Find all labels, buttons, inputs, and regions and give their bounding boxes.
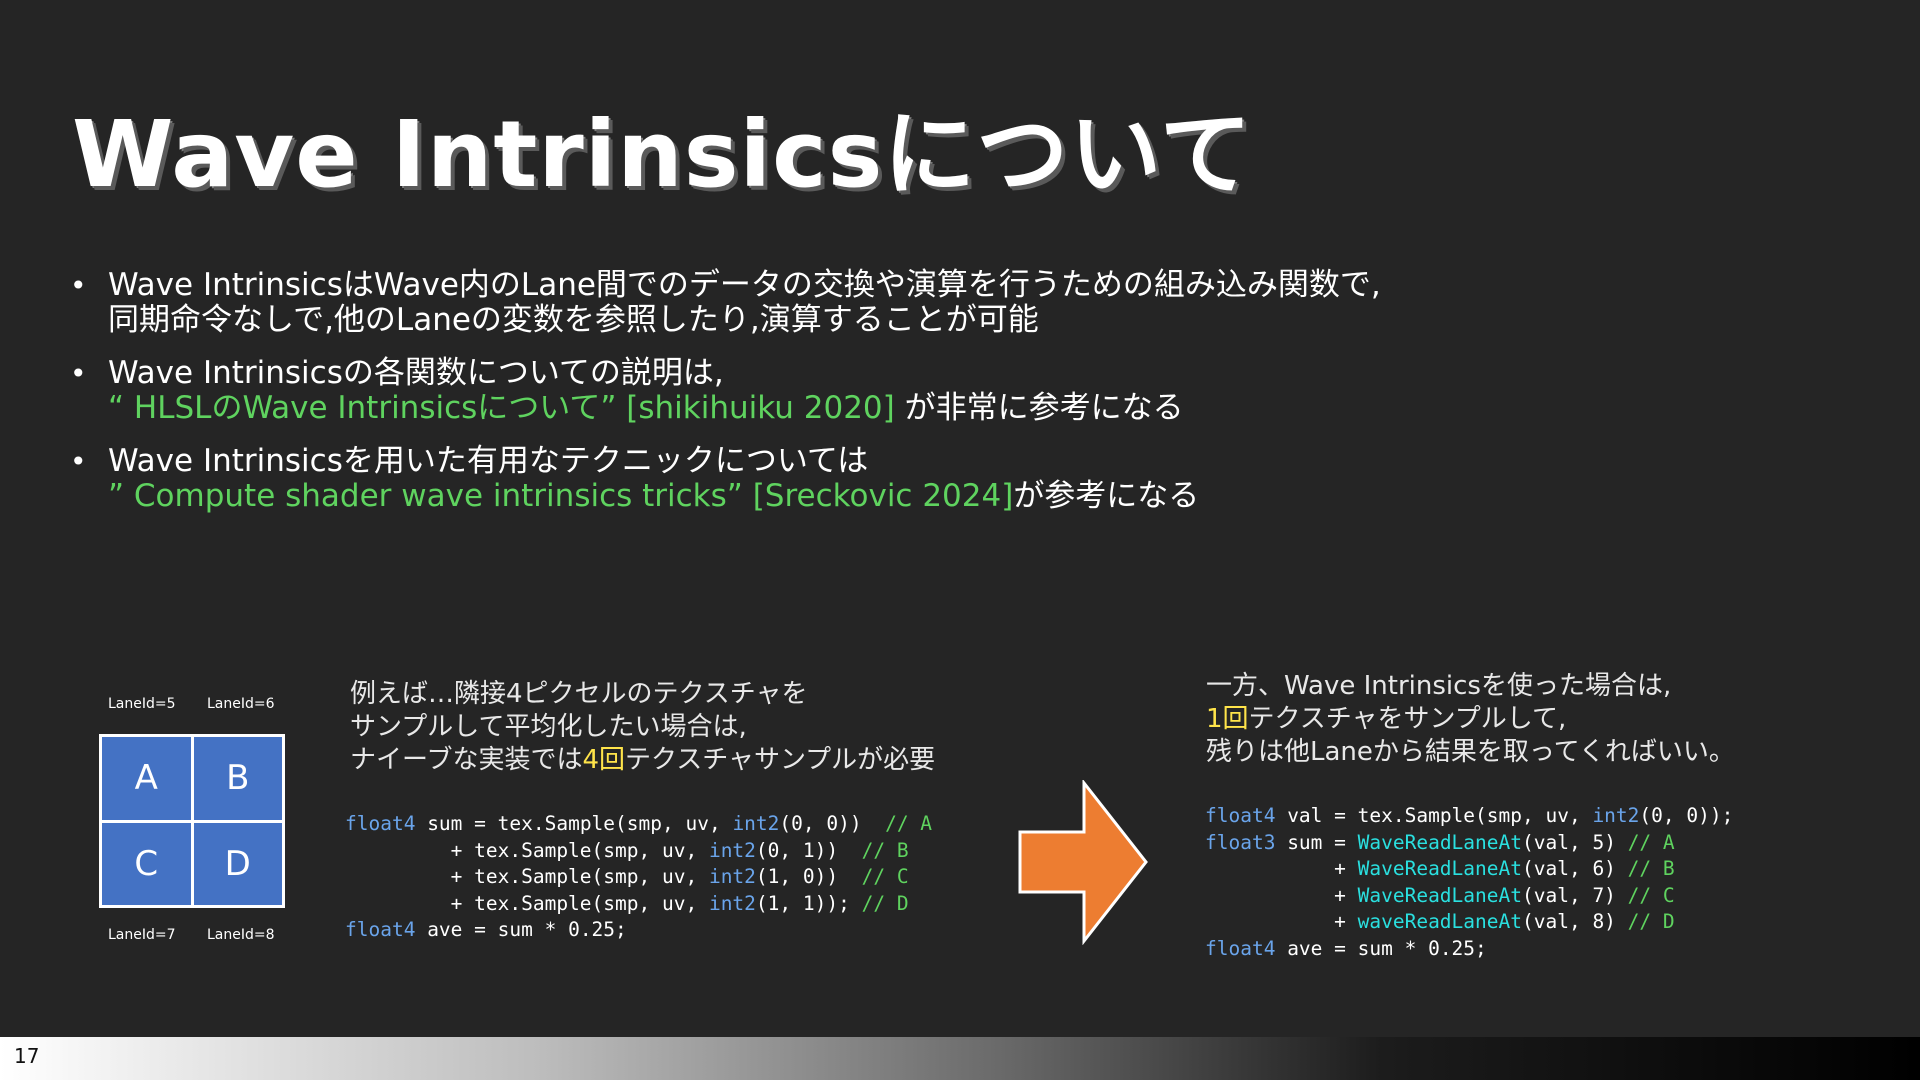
code-text: + [1205,910,1358,933]
bullet-item: • Wave IntrinsicsはWave内のLane間でのデータの交換や演算… [70,268,1770,338]
bullet-text-rest: が非常に参考になる [894,390,1184,426]
code-comment: // B [1627,857,1675,880]
footer-bar [0,1037,1920,1080]
lane-cell: C [102,822,191,905]
code-comment: // B [861,838,909,862]
code-line: + WaveReadLaneAt(val, 7) // C [1205,883,1733,910]
bullet-dot-icon: • [70,445,87,478]
code-text: sum = [1275,830,1358,854]
note-line: 1回テクスチャをサンプルして, [1206,703,1735,736]
code-text: ave = sum * 0.25; [415,918,627,941]
code-comment: // A [1627,830,1675,854]
code-comment: // C [861,865,909,888]
code-comment: // A [885,812,933,835]
code-text: + [1205,883,1358,907]
reference-link[interactable]: “ HLSLのWave Intrinsicsについて” [shikihuiku … [108,390,895,426]
code-function: WaveReadLaneAt [1357,883,1522,907]
right-arrow-icon [1018,780,1148,945]
code-keyword: float4 [1205,936,1276,960]
lane-label-bottom-left: LaneId=7 [108,927,176,943]
highlight-count: 1回 [1206,704,1249,734]
lane-label-bottom-right: LaneId=8 [207,927,275,943]
bullet-text: ” Compute shader wave intrinsics tricks”… [108,479,1770,514]
lane-cell: B [193,737,282,820]
code-keyword: int2 [732,812,780,835]
code-line: + WaveReadLaneAt(val, 6) // B [1205,856,1733,883]
code-text: + tex.Sample(smp, uv, [345,865,709,888]
note-line: 一方、Wave Intrinsicsを使った場合は, [1206,671,1672,701]
code-keyword: float4 [345,812,416,835]
code-text: (0, 0)) [779,812,886,835]
code-keyword: int2 [708,891,756,915]
code-line: + waveReadLaneAt(val, 8) // D [1205,909,1733,936]
code-text: (val, 5) [1522,830,1628,854]
code-text: (0, 1)) [755,838,862,862]
code-line: float4 ave = sum * 0.25; [1205,936,1733,963]
bullet-text: Wave IntrinsicsはWave内のLane間でのデータの交換や演算を行… [108,267,1381,303]
code-text: (1, 1)); [755,891,862,915]
bullet-text: 同期命令なしで,他のLaneの変数を参照したり,演算することが可能 [108,302,1039,338]
code-text: + [1205,857,1358,880]
note-text: テクスチャをサンプルして, [1248,704,1567,734]
code-line: + tex.Sample(smp, uv, int2(1, 0)) // C [345,864,932,891]
page-number: 17 [14,1044,40,1068]
note-line: 残りは他Laneから結果を取ってくればいい。 [1206,737,1735,767]
code-line: + tex.Sample(smp, uv, int2(0, 1)) // B [345,838,932,865]
note-line: ナイーブな実装では4回テクスチャサンプルが必要 [350,744,935,777]
code-text: (val, 6) [1522,857,1628,880]
code-keyword: int2 [1592,804,1640,827]
code-comment: // D [861,891,909,915]
code-line: float4 ave = sum * 0.25; [345,917,932,944]
code-text: (1, 0)) [755,865,862,888]
code-keyword: float3 [1205,830,1276,854]
code-text: sum = tex.Sample(smp, uv, [415,812,733,835]
code-text: (val, 7) [1522,883,1628,907]
code-text: (val, 8) [1522,910,1628,933]
highlight-count: 4回 [582,745,625,775]
code-keyword: int2 [708,838,756,862]
code-function: WaveReadLaneAt [1357,830,1523,854]
bullet-dot-icon: • [70,269,87,302]
bullet-dot-icon: • [70,357,87,390]
note-line: 例えば…隣接4ピクセルのテクスチャを [350,679,808,709]
code-comment: // C [1627,883,1675,907]
slide-title: Wave Intrinsicsについて [72,101,1253,208]
bullet-list: • Wave IntrinsicsはWave内のLane間でのデータの交換や演算… [70,268,1770,532]
code-keyword: float4 [345,918,416,941]
code-comment: // D [1627,910,1675,933]
right-note: 一方、Wave Intrinsicsを使った場合は, 1回テクスチャをサンプルし… [1206,670,1735,769]
bullet-item: • Wave Intrinsicsの各関数についての説明は, “ HLSLのWa… [70,356,1770,426]
naive-code-block: float4 sum = tex.Sample(smp, uv, int2(0,… [345,811,932,944]
code-keyword: int2 [708,865,756,888]
bullet-text: Wave Intrinsicsを用いた有用なテクニックについては [108,443,869,479]
code-keyword: float4 [1205,804,1276,827]
note-line: サンプルして平均化したい場合は, [350,712,747,742]
code-line: + tex.Sample(smp, uv, int2(1, 1)); // D [345,891,932,918]
bullet-text: “ HLSLのWave Intrinsicsについて” [shikihuiku … [108,391,1770,426]
code-text: (0, 0)); [1639,804,1734,827]
bullet-text-rest: が参考になる [1013,478,1200,514]
code-function: WaveReadLaneAt [1357,857,1522,880]
lane-cell: D [193,822,282,905]
left-note: 例えば…隣接4ピクセルのテクスチャを サンプルして平均化したい場合は, ナイーブ… [350,678,935,777]
code-text: + tex.Sample(smp, uv, [345,891,709,915]
reference-link[interactable]: ” Compute shader wave intrinsics tricks”… [108,478,1013,514]
code-text: + tex.Sample(smp, uv, [345,838,709,862]
code-text: val = tex.Sample(smp, uv, [1275,804,1593,827]
note-text: テクスチャサンプルが必要 [625,745,936,775]
lane-grid: A B C D [99,734,285,908]
lane-cell: A [102,737,191,820]
code-text: ave = sum * 0.25; [1275,936,1487,960]
code-function: waveReadLaneAt [1357,910,1522,933]
lane-label-top-left: LaneId=5 [108,696,176,712]
bullet-item: • Wave Intrinsicsを用いた有用なテクニックについては ” Com… [70,444,1770,514]
bullet-text: Wave Intrinsicsの各関数についての説明は, [108,355,724,391]
code-line: float3 sum = WaveReadLaneAt(val, 5) // A [1205,830,1733,857]
lane-label-top-right: LaneId=6 [207,696,275,712]
wave-code-block: float4 val = tex.Sample(smp, uv, int2(0,… [1205,803,1733,962]
code-line: float4 val = tex.Sample(smp, uv, int2(0,… [1205,803,1733,830]
note-text: ナイーブな実装では [350,745,583,775]
code-line: float4 sum = tex.Sample(smp, uv, int2(0,… [345,811,932,838]
